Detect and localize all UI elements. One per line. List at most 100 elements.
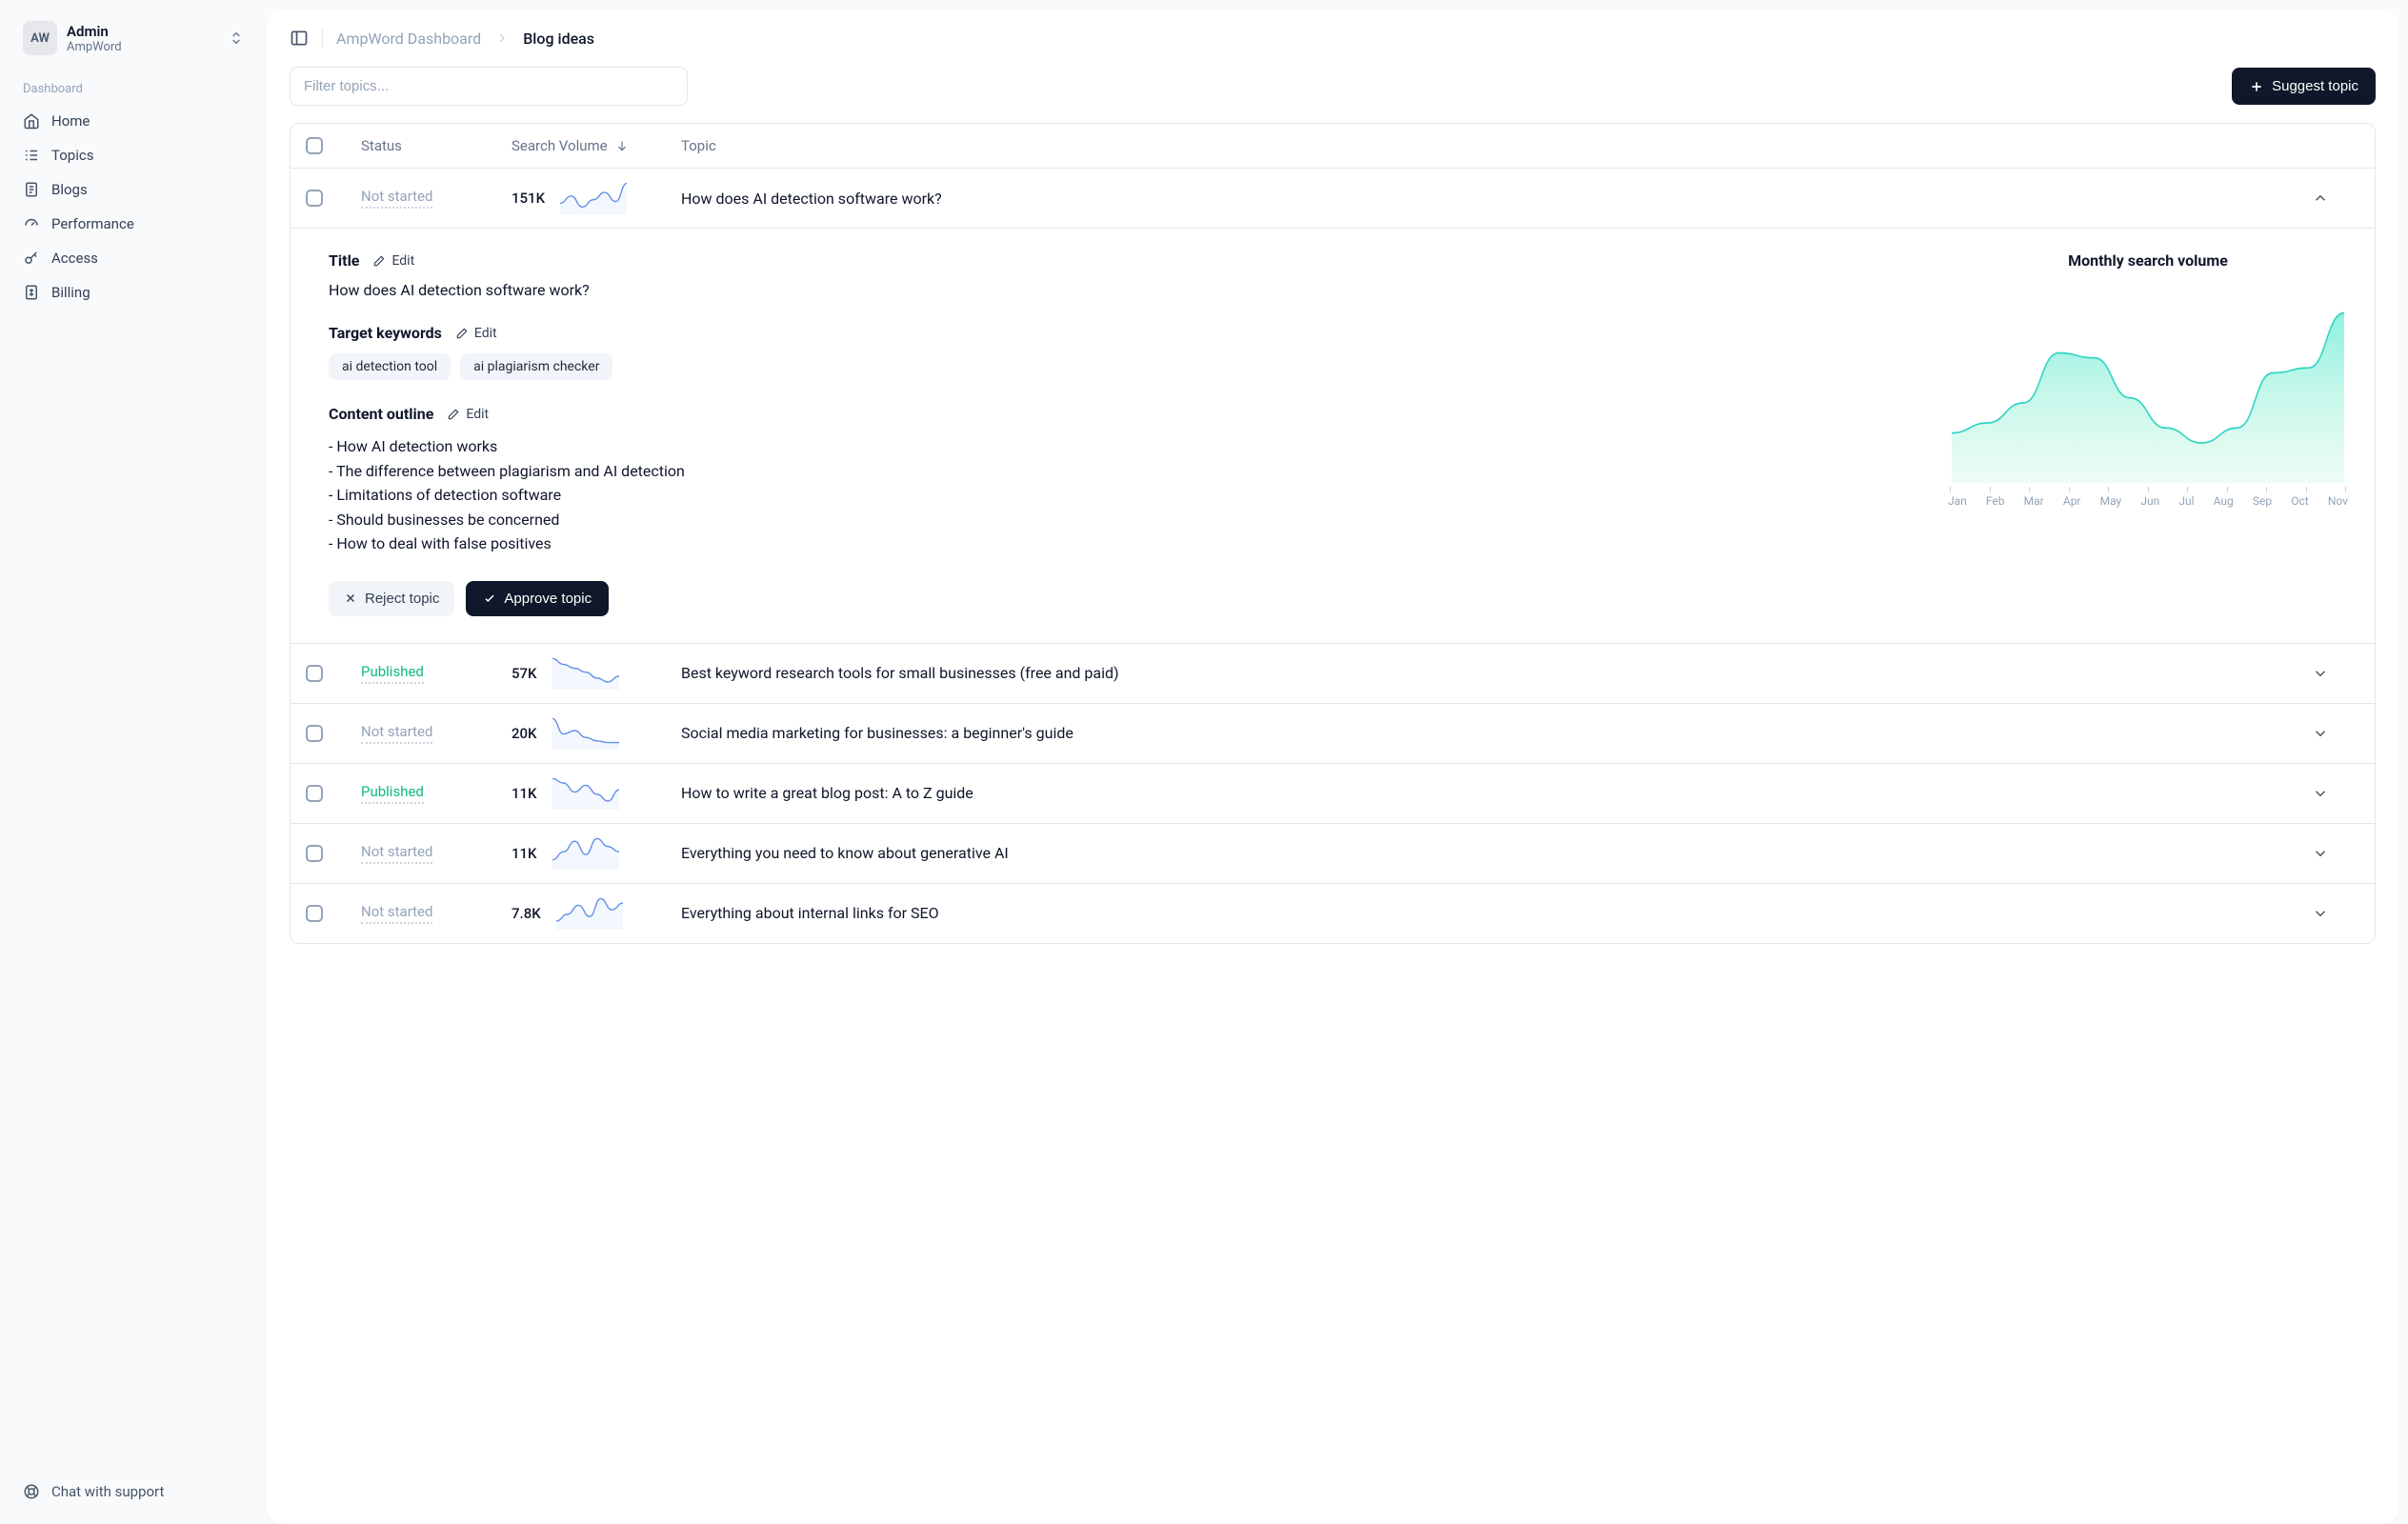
axis-label: Jan bbox=[1948, 494, 1967, 508]
status-badge[interactable]: Published bbox=[361, 783, 424, 804]
topbar: AmpWord Dashboard Blog ideas bbox=[267, 10, 2398, 67]
column-status[interactable]: Status bbox=[361, 137, 504, 154]
workspace-name: AmpWord bbox=[67, 40, 122, 54]
axis-label: Sep bbox=[2253, 494, 2272, 508]
sparkline bbox=[552, 837, 619, 870]
row-summary[interactable]: Not started 151K How does AI detection s… bbox=[291, 169, 2375, 228]
chevron-down-icon[interactable] bbox=[2312, 785, 2359, 802]
plus-icon bbox=[2249, 79, 2264, 94]
select-all-checkbox[interactable] bbox=[306, 137, 323, 154]
axis-label: Jul bbox=[2178, 494, 2194, 508]
gauge-icon bbox=[23, 215, 40, 232]
pencil-icon bbox=[447, 408, 460, 421]
status-badge[interactable]: Not started bbox=[361, 188, 432, 209]
outline-item: How AI detection works bbox=[329, 434, 1872, 459]
table-row: Not started 20K Social media marketing f… bbox=[291, 704, 2375, 764]
chevron-down-icon[interactable] bbox=[2312, 725, 2359, 742]
search-volume-value: 7.8K bbox=[512, 905, 541, 922]
outline-item: How to deal with false positives bbox=[329, 531, 1872, 556]
chart-title: Monthly search volume bbox=[1948, 251, 2348, 270]
status-badge[interactable]: Not started bbox=[361, 723, 432, 744]
divider bbox=[322, 29, 323, 48]
chevron-down-icon[interactable] bbox=[2312, 665, 2359, 682]
receipt-icon bbox=[23, 284, 40, 301]
sidebar-item-home[interactable]: Home bbox=[15, 104, 251, 138]
sparkline bbox=[556, 897, 623, 930]
user-name: Admin bbox=[67, 23, 122, 40]
keyword-chip[interactable]: ai detection tool bbox=[329, 353, 451, 380]
row-checkbox[interactable] bbox=[306, 905, 323, 922]
column-topic[interactable]: Topic bbox=[681, 137, 2304, 154]
row-summary[interactable]: Not started 20K Social media marketing f… bbox=[291, 704, 2375, 763]
sidebar-item-topics[interactable]: Topics bbox=[15, 138, 251, 172]
chevron-down-icon[interactable] bbox=[2312, 905, 2359, 922]
approve-topic-button[interactable]: Approve topic bbox=[466, 581, 609, 616]
axis-label: Apr bbox=[2063, 494, 2081, 508]
row-checkbox[interactable] bbox=[306, 190, 323, 207]
sidebar-item-label: Topics bbox=[51, 147, 93, 164]
sidebar-section-label: Dashboard bbox=[15, 76, 251, 102]
search-volume-value: 20K bbox=[512, 725, 537, 742]
outline-item: Should businesses be concerned bbox=[329, 508, 1872, 532]
chevron-up-icon[interactable] bbox=[2312, 190, 2359, 207]
avatar: AW bbox=[23, 21, 57, 55]
workspace-switcher[interactable]: AW Admin AmpWord bbox=[15, 15, 251, 61]
edit-outline-button[interactable]: Edit bbox=[447, 407, 489, 422]
check-icon bbox=[483, 592, 496, 605]
search-volume-value: 57K bbox=[512, 665, 537, 682]
edit-keywords-button[interactable]: Edit bbox=[455, 326, 497, 341]
filter-topics-input[interactable] bbox=[290, 67, 688, 106]
axis-label: May bbox=[2100, 494, 2122, 508]
table-row: Published 57K Best keyword research tool… bbox=[291, 644, 2375, 704]
row-summary[interactable]: Published 57K Best keyword research tool… bbox=[291, 644, 2375, 703]
row-summary[interactable]: Not started 11K Everything you need to k… bbox=[291, 824, 2375, 883]
sidebar: AW Admin AmpWord Dashboard Home Topics B… bbox=[0, 0, 267, 1524]
column-search-volume[interactable]: Search Volume bbox=[512, 137, 673, 154]
search-volume-value: 11K bbox=[512, 845, 537, 862]
row-summary[interactable]: Not started 7.8K Everything about intern… bbox=[291, 884, 2375, 943]
status-badge[interactable]: Published bbox=[361, 663, 424, 684]
sidebar-item-access[interactable]: Access bbox=[15, 241, 251, 275]
sidebar-item-billing[interactable]: Billing bbox=[15, 275, 251, 310]
axis-label: Nov bbox=[2328, 494, 2348, 508]
pencil-icon bbox=[455, 327, 469, 340]
row-checkbox[interactable] bbox=[306, 665, 323, 682]
sidebar-item-blogs[interactable]: Blogs bbox=[15, 172, 251, 207]
main-content: AmpWord Dashboard Blog ideas Suggest top… bbox=[267, 10, 2398, 1524]
panel-toggle-icon[interactable] bbox=[290, 29, 309, 48]
keyword-chip[interactable]: ai plagiarism checker bbox=[460, 353, 612, 380]
row-checkbox[interactable] bbox=[306, 785, 323, 802]
axis-label: Feb bbox=[1986, 494, 2005, 508]
area-chart bbox=[1948, 283, 2348, 483]
row-summary[interactable]: Published 11K How to write a great blog … bbox=[291, 764, 2375, 823]
keywords-label: Target keywords bbox=[329, 324, 442, 342]
topic-title: Social media marketing for businesses: a… bbox=[681, 724, 2304, 742]
chat-support-label: Chat with support bbox=[51, 1483, 164, 1500]
reject-topic-button[interactable]: Reject topic bbox=[329, 581, 454, 616]
pencil-icon bbox=[372, 254, 386, 268]
document-icon bbox=[23, 181, 40, 198]
home-icon bbox=[23, 112, 40, 130]
edit-title-button[interactable]: Edit bbox=[372, 253, 414, 269]
sidebar-item-performance[interactable]: Performance bbox=[15, 207, 251, 241]
status-badge[interactable]: Not started bbox=[361, 903, 432, 924]
sidebar-item-label: Billing bbox=[51, 284, 90, 301]
title-label: Title bbox=[329, 251, 359, 270]
row-checkbox[interactable] bbox=[306, 845, 323, 862]
axis-label: Jun bbox=[2140, 494, 2159, 508]
list-icon bbox=[23, 147, 40, 164]
suggest-topic-label: Suggest topic bbox=[2272, 78, 2358, 94]
breadcrumb-parent[interactable]: AmpWord Dashboard bbox=[336, 30, 481, 48]
status-badge[interactable]: Not started bbox=[361, 843, 432, 864]
chat-support-link[interactable]: Chat with support bbox=[15, 1474, 251, 1509]
life-buoy-icon bbox=[23, 1483, 40, 1500]
sidebar-item-label: Access bbox=[51, 250, 98, 267]
row-checkbox[interactable] bbox=[306, 725, 323, 742]
suggest-topic-button[interactable]: Suggest topic bbox=[2232, 68, 2376, 105]
row-detail: Title Edit How does AI detection softwar… bbox=[291, 228, 2375, 643]
sparkline bbox=[552, 717, 619, 750]
chevron-down-icon[interactable] bbox=[2312, 845, 2359, 862]
sparkline bbox=[552, 777, 619, 810]
topic-title: How does AI detection software work? bbox=[681, 190, 2304, 208]
x-icon bbox=[344, 592, 357, 605]
